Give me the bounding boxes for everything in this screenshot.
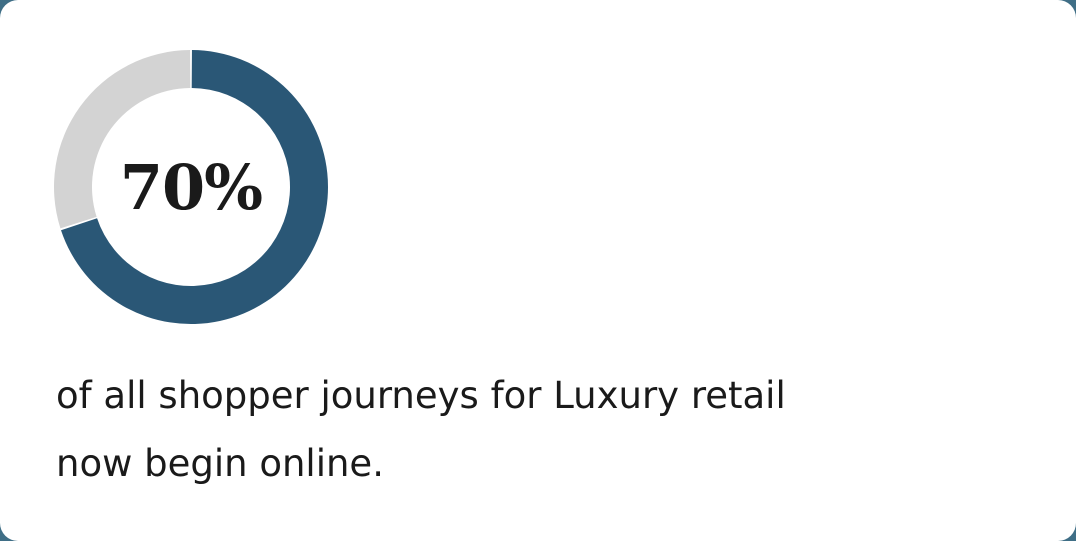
stat-caption: of all shopper journeys for Luxury retai… [56,362,956,498]
donut-value-label: 70% [119,150,263,224]
donut-chart: 70% [52,48,330,326]
caption-line-1: of all shopper journeys for Luxury retai… [56,374,786,417]
caption-line-2: now begin online. [56,442,384,485]
stat-card: 70% of all shopper journeys for Luxury r… [0,0,1076,541]
